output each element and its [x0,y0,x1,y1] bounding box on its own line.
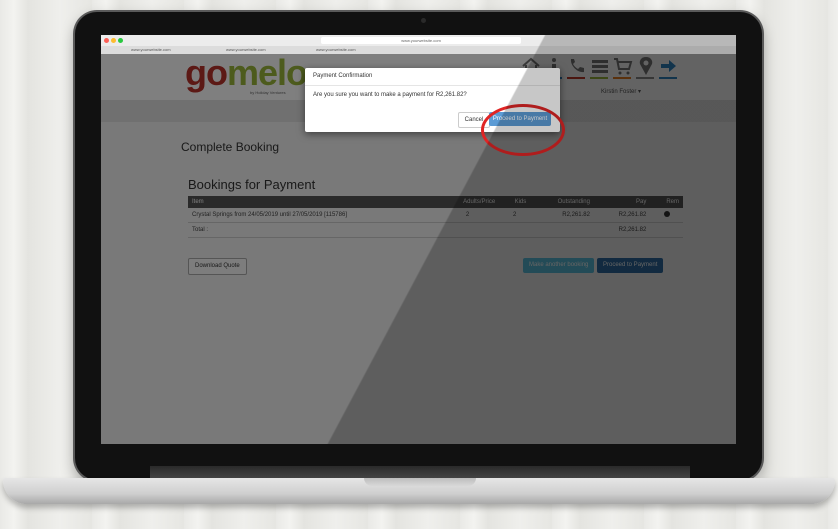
modal-title: Payment Confirmation [313,73,373,79]
tab[interactable]: www.yourwebsite.com [131,47,171,52]
website: gomelo by Holiday Ventures Kirstin Foste… [101,52,736,444]
tab[interactable]: www.yourwebsite.com [316,47,356,52]
highlight-circle [481,104,565,156]
address-bar[interactable]: www.yourwebsite.com [321,37,521,44]
camera [421,18,426,23]
modal-message: Are you sure you want to make a payment … [313,92,467,98]
laptop-notch [364,478,476,486]
modal-divider [305,85,560,86]
maximize-dot[interactable] [118,38,123,43]
laptop-hinge [150,466,690,478]
close-dot[interactable] [104,38,109,43]
laptop-screen: www.yourwebsite.com www.yourwebsite.com … [101,35,736,444]
minimize-dot[interactable] [111,38,116,43]
bottom-bezel [101,444,736,466]
